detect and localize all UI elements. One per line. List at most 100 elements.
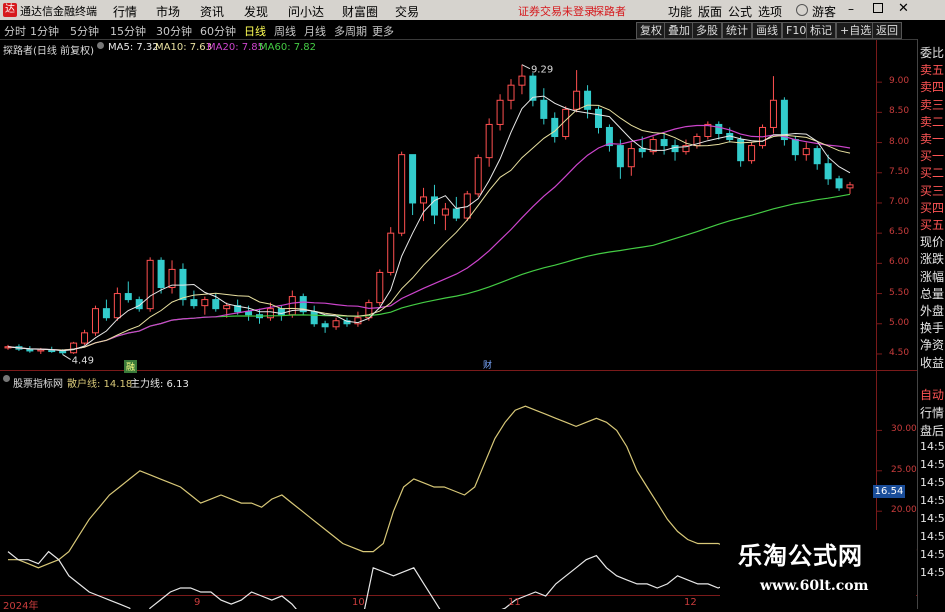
candle-up xyxy=(387,232,395,273)
candle-down xyxy=(715,123,723,135)
ma60-line xyxy=(7,193,851,351)
candle-up xyxy=(70,342,78,354)
quote-label: 买五 xyxy=(920,218,945,232)
candle-down xyxy=(310,311,318,325)
price-tick-label: 6.00 xyxy=(889,257,910,268)
candle-down xyxy=(321,323,329,328)
candle-down xyxy=(102,308,110,319)
price-tick-label: 4.50 xyxy=(889,347,910,358)
candle-up xyxy=(201,299,209,307)
chart-canvas[interactable]: 9.29 4.49 xyxy=(0,0,945,609)
candle-down xyxy=(59,351,67,354)
quote-label: 涨幅 xyxy=(920,269,945,284)
tick-time: 14:56 xyxy=(920,476,945,489)
candle-up xyxy=(288,296,296,316)
candle-up xyxy=(420,196,428,204)
date-tick-nov: 11 xyxy=(508,597,521,608)
quote-label: 卖三 xyxy=(920,97,945,112)
tick-tab-label[interactable]: 行情 xyxy=(920,404,944,421)
candle-down xyxy=(409,154,417,204)
candle-down xyxy=(813,148,821,165)
price-tick-label: 7.50 xyxy=(889,166,910,177)
candle-down xyxy=(671,145,679,153)
tick-time: 14:56 xyxy=(920,530,945,543)
candle-down xyxy=(124,293,132,301)
candle-up xyxy=(463,193,471,219)
finance-marker[interactable]: 财 xyxy=(483,358,492,371)
price-tick-label: 5.50 xyxy=(889,287,910,298)
high-price-label: 9.29 xyxy=(531,65,553,76)
date-tick-oct: 10 xyxy=(352,597,365,608)
candle-down xyxy=(594,108,602,128)
margin-marker[interactable]: 融 xyxy=(124,360,138,373)
candle-up xyxy=(376,271,384,304)
high-leader-line xyxy=(521,64,531,70)
candle-up xyxy=(398,154,406,234)
candle-up xyxy=(441,208,449,216)
quote-label: 涨跌 xyxy=(920,252,945,267)
candle-down xyxy=(212,299,220,310)
price-tick-label: 8.00 xyxy=(889,136,910,147)
tick-time: 14:56 xyxy=(920,494,945,507)
watermark-url: www.60lt.com xyxy=(760,578,869,594)
candle-up xyxy=(91,308,99,334)
price-tick-label: 6.50 xyxy=(889,227,910,238)
quote-label: 卖四 xyxy=(920,80,945,95)
tick-time: 14:56 xyxy=(920,512,945,525)
quote-label: 收益 xyxy=(920,355,945,370)
candle-down xyxy=(780,99,788,141)
quote-label: 买三 xyxy=(920,183,945,198)
quote-label: 卖五 xyxy=(920,63,945,78)
tick-time: 14:56 xyxy=(920,458,945,471)
quote-label: 卖二 xyxy=(920,114,945,129)
date-tick-sep: 9 xyxy=(194,597,201,608)
quote-label: 净资 xyxy=(920,338,945,353)
indicator-tick-label: 30.00 xyxy=(891,424,917,435)
candle-up xyxy=(846,184,854,189)
candle-down xyxy=(791,139,799,156)
candle-up xyxy=(474,157,482,195)
candle-up xyxy=(223,305,231,310)
candle-up xyxy=(769,99,777,128)
date-tick-dec: 12 xyxy=(684,597,697,608)
candle-down xyxy=(245,311,253,316)
date-tick-year: 2024年 xyxy=(3,601,39,612)
tick-time: 14:56 xyxy=(920,440,945,453)
candle-up xyxy=(485,123,493,159)
candle-up xyxy=(627,148,635,168)
price-tick-label: 7.00 xyxy=(889,196,910,207)
tick-time: 14:56 xyxy=(920,548,945,561)
tick-tab-label[interactable]: 自动 xyxy=(920,386,944,403)
candle-up xyxy=(507,84,515,101)
quote-label: 买二 xyxy=(920,166,945,181)
main-force-line xyxy=(7,550,817,609)
current-indicator-value: 16.54 xyxy=(873,485,905,498)
candle-down xyxy=(551,117,559,138)
candle-up xyxy=(81,332,89,344)
ma10-line xyxy=(7,104,851,351)
candle-down xyxy=(835,178,843,189)
indicator-tick-label: 20.00 xyxy=(891,505,917,516)
candle-up xyxy=(113,293,121,319)
indicator-tick-label: 25.00 xyxy=(891,464,917,475)
quote-label: 委比 xyxy=(920,46,945,60)
candle-up xyxy=(573,90,581,110)
low-leader-line xyxy=(62,354,71,360)
candle-down xyxy=(452,208,460,219)
candle-up xyxy=(496,99,504,125)
tick-time: 14:56 xyxy=(920,566,945,579)
tick-tab-label[interactable]: 盘后 xyxy=(920,422,944,439)
candle-down xyxy=(157,259,165,289)
quote-label: 现价 xyxy=(920,235,945,250)
candle-up xyxy=(37,349,45,352)
quote-label: 总量 xyxy=(920,286,945,301)
candlestick-series xyxy=(4,64,854,355)
quote-label: 换手 xyxy=(920,321,945,336)
candle-down xyxy=(638,148,646,153)
ma20-line xyxy=(7,124,851,351)
candle-down xyxy=(605,126,613,147)
quote-label: 外盘 xyxy=(920,304,945,318)
candle-down xyxy=(584,90,592,110)
quote-label: 买四 xyxy=(920,200,945,215)
candle-down xyxy=(824,163,832,180)
